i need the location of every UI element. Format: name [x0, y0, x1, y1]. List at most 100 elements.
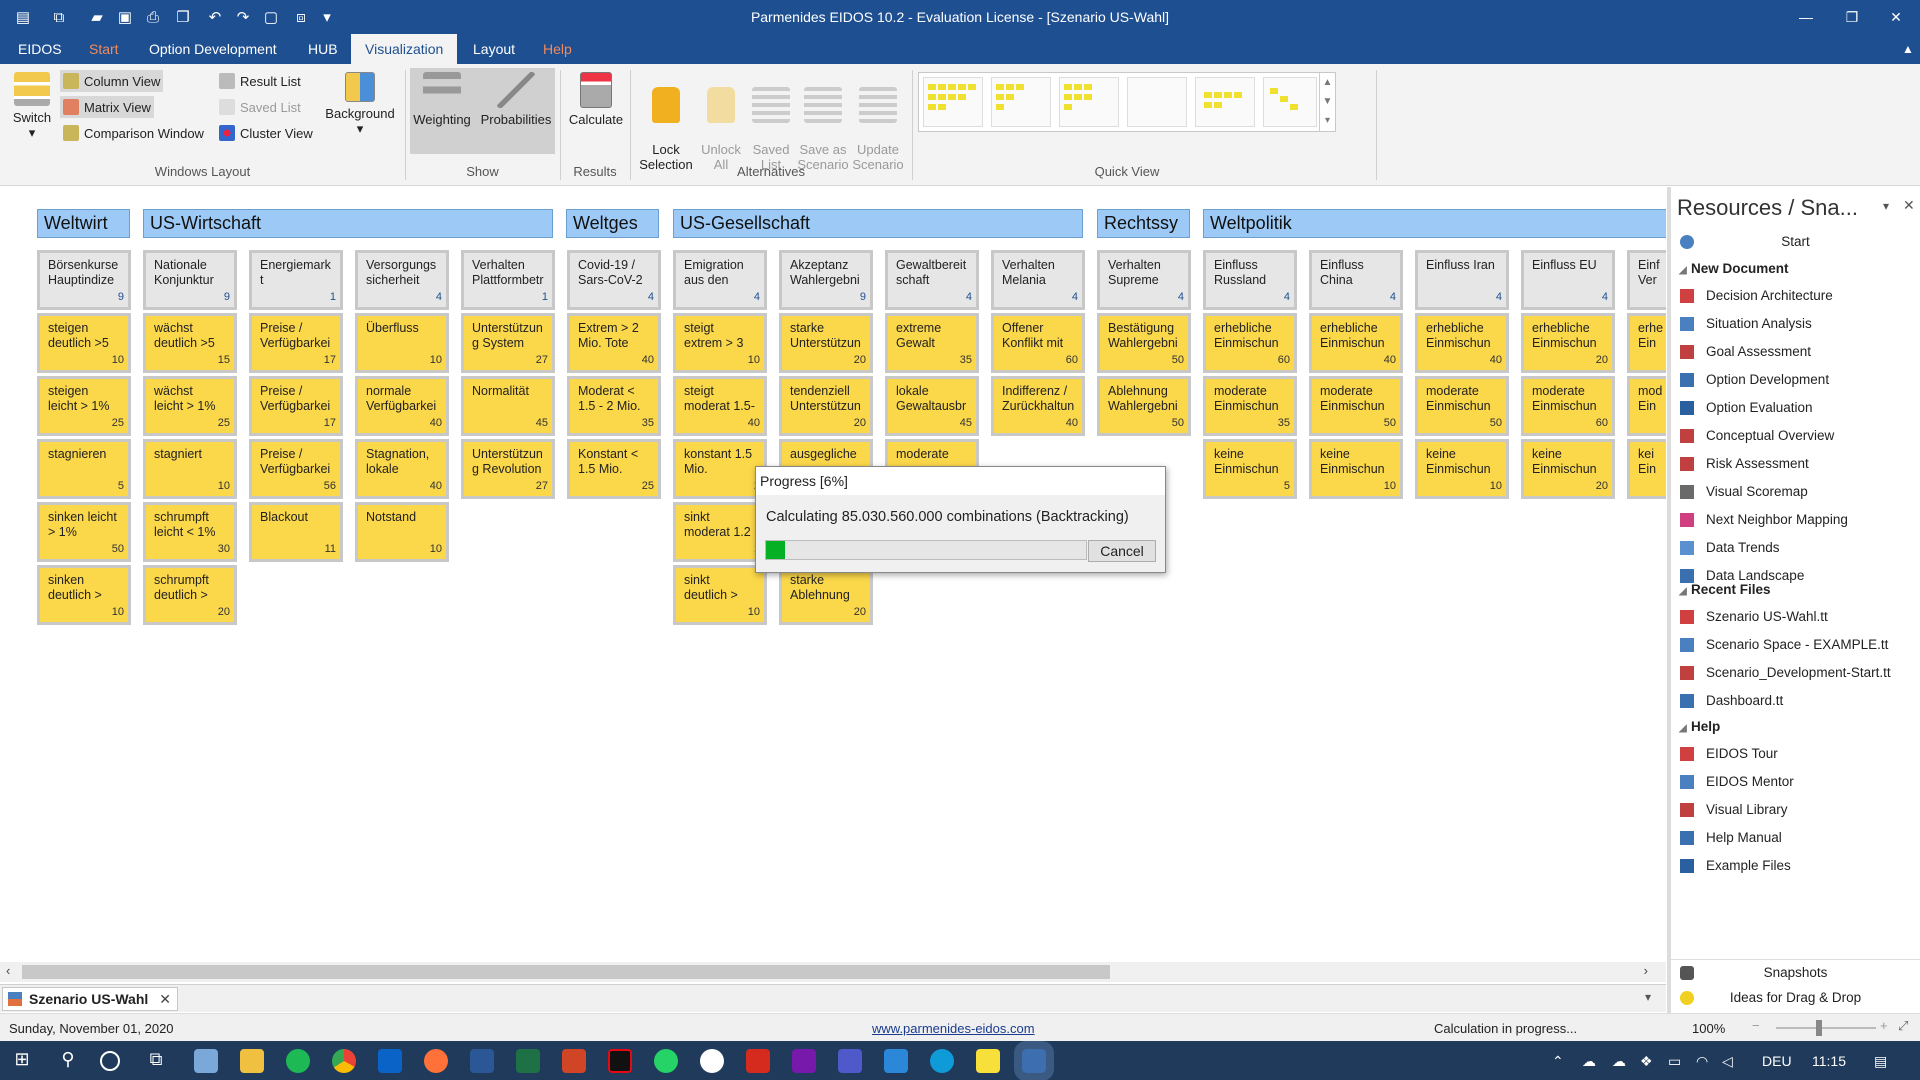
quick-view-thumb[interactable] [1195, 77, 1255, 127]
option-card[interactable]: moderate Einmischun 35 [1203, 376, 1297, 436]
panel-item[interactable]: Conceptual Overview [1671, 423, 1920, 449]
excel-icon[interactable] [516, 1049, 540, 1073]
quick-view-thumb[interactable] [1263, 77, 1317, 127]
option-card[interactable]: extreme Gewalt 35 [885, 313, 979, 373]
panel-item[interactable]: EIDOS Tour [1671, 741, 1920, 767]
option-card[interactable]: steigen leicht > 1% 25 [37, 376, 131, 436]
scrollbar-thumb[interactable] [22, 965, 1110, 979]
task-view-icon[interactable]: ⧉ [144, 1049, 168, 1073]
comparison-window-button[interactable]: Comparison Window [60, 122, 207, 144]
battery-icon[interactable]: ▭ [1668, 1053, 1681, 1070]
panel-item[interactable]: Visual Library [1671, 797, 1920, 823]
fit-window-icon[interactable]: ⤢ [1898, 1018, 1908, 1034]
option-card[interactable]: erhebliche Einmischun 40 [1309, 313, 1403, 373]
option-card[interactable]: Unterstützun g System 27 [461, 313, 555, 373]
option-card[interactable]: Offener Konflikt mit 60 [991, 313, 1085, 373]
explorer-icon[interactable] [240, 1049, 264, 1073]
panel-item[interactable]: Decision Architecture [1671, 283, 1920, 309]
whatsapp-icon[interactable] [654, 1049, 678, 1073]
group-header[interactable]: Weltpolitik [1203, 209, 1666, 238]
scenario-canvas[interactable]: Weltwirt US-Wirtschaft Weltges US-Gesell… [0, 187, 1666, 967]
factor-header-card[interactable]: Covid-19 / Sars-CoV-2 4 [567, 250, 661, 310]
scroll-left-icon[interactable]: ‹ [6, 963, 10, 978]
panel-dropdown-icon[interactable]: ▾ [1883, 199, 1889, 213]
option-card[interactable]: erhebliche Einmischun 60 [1203, 313, 1297, 373]
option-card[interactable]: Normalität 45 [461, 376, 555, 436]
collapse-ribbon-icon[interactable]: ▲ [1888, 34, 1920, 64]
option-card[interactable]: Moderat < 1.5 - 2 Mio. 35 [567, 376, 661, 436]
factor-header-card[interactable]: Einfluss China 4 [1309, 250, 1403, 310]
factor-header-card[interactable]: Einfluss Iran 4 [1415, 250, 1509, 310]
option-card[interactable]: moderate Einmischun 50 [1309, 376, 1403, 436]
option-card[interactable]: wächst leicht > 1% 25 [143, 376, 237, 436]
option-card[interactable]: schrumpft leicht < 1% 30 [143, 502, 237, 562]
acrobat-icon[interactable] [746, 1049, 770, 1073]
option-card[interactable]: erhebliche Einmischun 20 [1521, 313, 1615, 373]
switch-button[interactable]: Switch ▾ [10, 72, 54, 140]
powerpoint-icon[interactable] [562, 1049, 586, 1073]
spotify-icon[interactable] [286, 1049, 310, 1073]
option-card[interactable]: mod Ein [1627, 376, 1666, 436]
option-card[interactable]: Extrem > 2 Mio. Tote 40 [567, 313, 661, 373]
quick-view-gallery[interactable]: ▲ ▼ ▾ [918, 72, 1336, 132]
zoom-out-icon[interactable]: − [1752, 1018, 1760, 1033]
quick-view-scroll[interactable]: ▲ ▼ ▾ [1319, 73, 1335, 131]
new-document-heading[interactable]: ◢ New Document [1679, 256, 1789, 282]
tab-start[interactable]: Start [75, 34, 133, 64]
start-item[interactable]: Start [1671, 229, 1920, 255]
factor-header-card[interactable]: Versorgungs sicherheit 4 [355, 250, 449, 310]
panel-item[interactable]: Option Development [1671, 367, 1920, 393]
option-card[interactable]: steigt extrem > 3 10 [673, 313, 767, 373]
factor-header-card[interactable]: Einf Ver4 [1627, 250, 1666, 310]
panel-item[interactable]: Data Trends [1671, 535, 1920, 561]
factor-header-card[interactable]: Einfluss EU 4 [1521, 250, 1615, 310]
unlock-all-button[interactable]: Unlock All [694, 72, 748, 172]
factor-header-card[interactable]: Verhalten Melania 4 [991, 250, 1085, 310]
document-tab[interactable]: Szenario US-Wahl ✕ [2, 987, 178, 1011]
cancel-button[interactable]: Cancel [1088, 540, 1156, 562]
panel-item[interactable]: Scenario_Development-Start.tt [1671, 660, 1920, 686]
tab-option-development[interactable]: Option Development [135, 34, 291, 64]
help-heading[interactable]: ◢ Help [1679, 714, 1720, 740]
website-link[interactable]: www.parmenides-eidos.com [872, 1021, 1035, 1036]
tab-hub[interactable]: HUB [294, 34, 352, 64]
edge-icon[interactable] [930, 1049, 954, 1073]
group-header[interactable]: Weltwirt [37, 209, 130, 238]
group-header[interactable]: Rechtssy [1097, 209, 1190, 238]
factor-header-card[interactable]: Börsenkurse Hauptindize 9 [37, 250, 131, 310]
cluster-view-button[interactable]: Cluster View [216, 122, 316, 144]
volume-icon[interactable]: ◁ [1722, 1053, 1733, 1070]
update-scenario-button[interactable]: Update Scenario [848, 72, 908, 172]
option-card[interactable]: wächst deutlich >5 15 [143, 313, 237, 373]
factor-header-card[interactable]: Einfluss Russland 4 [1203, 250, 1297, 310]
option-card[interactable]: schrumpft deutlich > 20 [143, 565, 237, 625]
notifications-icon[interactable]: ▤ [1874, 1053, 1887, 1070]
probabilities-button[interactable]: Probabilities [476, 72, 556, 127]
search-icon[interactable]: ⚲ [56, 1049, 80, 1073]
option-card[interactable]: Bestätigung Wahlergebni 50 [1097, 313, 1191, 373]
teams-icon[interactable] [838, 1049, 862, 1073]
option-card[interactable]: sinken leicht > 1% 50 [37, 502, 131, 562]
factor-header-card[interactable]: Nationale Konjunktur 9 [143, 250, 237, 310]
snapshots-tab[interactable]: Snapshots [1671, 959, 1920, 985]
panel-item[interactable]: Dashboard.tt [1671, 688, 1920, 714]
background-button[interactable]: Background ▾ [322, 72, 398, 136]
scroll-right-icon[interactable]: › [1644, 963, 1648, 978]
lock-selection-button[interactable]: Lock Selection [636, 72, 696, 172]
factor-header-card[interactable]: Verhalten Supreme 4 [1097, 250, 1191, 310]
close-tab-icon[interactable]: ✕ [159, 988, 171, 1010]
quick-view-thumb[interactable] [991, 77, 1051, 127]
column-view-button[interactable]: Column View [60, 70, 164, 92]
cloud-icon[interactable]: ☁ [1612, 1053, 1626, 1070]
onedrive-icon[interactable]: ☁ [1582, 1053, 1596, 1070]
ideas-tab[interactable]: Ideas for Drag & Drop [1671, 985, 1920, 1011]
matrix-view-button[interactable]: Matrix View [60, 96, 154, 118]
panel-item[interactable]: Situation Analysis [1671, 311, 1920, 337]
option-card[interactable]: Konstant < 1.5 Mio. 25 [567, 439, 661, 499]
saved-list-button[interactable]: Saved List [216, 96, 304, 118]
option-card[interactable]: sinkt moderat 1.21 [673, 502, 767, 562]
chrome-icon[interactable] [332, 1049, 356, 1073]
option-card[interactable]: Blackout 11 [249, 502, 343, 562]
option-card[interactable]: keine Einmischun 5 [1203, 439, 1297, 499]
factor-header-card[interactable]: Emigration aus den 4 [673, 250, 767, 310]
